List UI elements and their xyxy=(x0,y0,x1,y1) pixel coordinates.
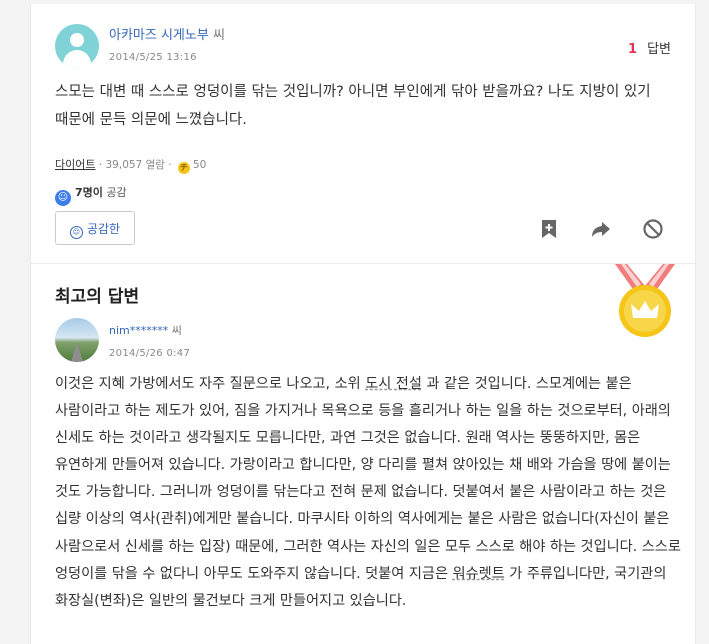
section-divider xyxy=(31,263,695,264)
empathy-label: 공감 xyxy=(102,186,127,199)
gold-medal-icon xyxy=(615,264,675,337)
empathy-count: 7명이 xyxy=(75,186,103,199)
answer-author: nim******* 씨 xyxy=(109,322,182,338)
empathy-button[interactable]: ☺ 공감한 xyxy=(55,211,135,245)
dictionary-link-washlet[interactable]: 워슈렛트 xyxy=(453,566,505,582)
share-icon[interactable] xyxy=(589,217,613,241)
empathy-summary: ☺ 7명이 공감 xyxy=(55,184,127,206)
answer-count-label: 답변 xyxy=(647,42,671,57)
question-author-avatar[interactable] xyxy=(55,24,99,68)
bookmark-icon[interactable] xyxy=(537,217,561,241)
answer-text-part-1: 이것은 지혜 가방에서도 자주 질문으로 나오고, 소위 xyxy=(55,376,366,392)
category-link[interactable]: 다이어트 xyxy=(55,158,95,171)
qa-card: 아카마즈 시게노부 씨 2014/5/25 13:16 1 답변 스모는 대변 때… xyxy=(30,4,696,644)
answer-text-part-2: 과 같은 것입니다. 스모계에는 붙은 사람이라고 하는 제도가 있어, 짐을 … xyxy=(55,376,681,582)
smile-outline-icon: ☺ xyxy=(69,226,83,239)
question-author-suffix: 씨 xyxy=(208,28,225,43)
coin-icon: チ xyxy=(177,162,190,174)
smile-icon: ☺ xyxy=(55,190,71,206)
dictionary-link-urban-legend[interactable]: 도시 전설 xyxy=(365,376,422,392)
question-author: 아카마즈 시게노부 씨 xyxy=(109,24,225,43)
answer-author-avatar[interactable] xyxy=(55,318,99,362)
view-count: · 39,057 열람 · xyxy=(95,159,175,171)
answer-count-number: 1 xyxy=(628,42,638,57)
answer-author-suffix: 씨 xyxy=(168,324,182,337)
answer-author-name[interactable]: nim******* xyxy=(109,324,168,337)
best-answer-title: 최고의 답변 xyxy=(55,287,140,307)
answer-count: 1 답변 xyxy=(628,38,671,57)
answer-date: 2014/5/26 0:47 xyxy=(109,348,191,359)
question-text: 스모는 대변 때 스스로 엉덩이를 닦는 것입니까? 아니면 부인에게 닦아 받… xyxy=(55,84,651,128)
block-icon[interactable] xyxy=(641,217,665,241)
question-author-name[interactable]: 아카마즈 시게노부 xyxy=(109,28,209,43)
question-meta: 다이어트 · 39,057 열람 · チ 50 xyxy=(55,156,206,174)
empathy-button-label: 공감한 xyxy=(86,222,121,236)
answer-text: 이것은 지혜 가방에서도 자주 질문으로 나오고, 소위 도시 전설 과 같은 … xyxy=(55,371,683,615)
coin-count: 50 xyxy=(192,159,207,171)
question-date: 2014/5/25 13:16 xyxy=(109,52,197,63)
